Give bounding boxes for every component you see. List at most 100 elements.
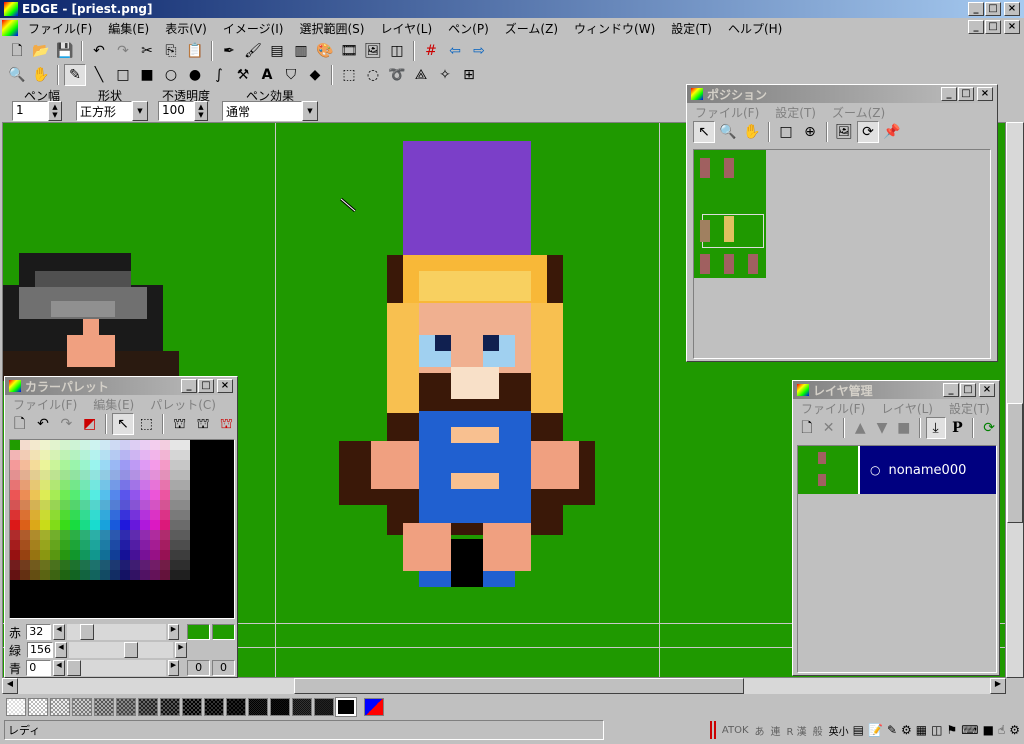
palette-swatch[interactable] [10,500,20,510]
palette-swatch[interactable] [220,540,230,550]
palette-swatch[interactable] [20,500,30,510]
palette-swatch[interactable] [130,520,140,530]
palette-swatch[interactable] [60,590,70,600]
palette-swatch[interactable] [200,450,210,460]
palette-swatch[interactable] [160,580,170,590]
ime-general[interactable]: 般 [813,723,823,738]
palette-swatch[interactable] [200,550,210,560]
palette-swatch[interactable] [150,480,160,490]
palette-swatch[interactable] [210,550,220,560]
palette-swatch[interactable] [20,450,30,460]
palette-swatch[interactable] [120,480,130,490]
palette-swatch[interactable] [100,580,110,590]
position-image-icon[interactable]: 🖼 [833,121,855,143]
horizontal-scrollbar[interactable]: ◀ ▶ [2,678,1006,694]
palette-swatch[interactable] [70,520,80,530]
palette-swatch[interactable] [140,530,150,540]
palette-swatch[interactable] [150,450,160,460]
position-pointer-icon[interactable]: ↖ [693,121,715,143]
palette-swatch[interactable] [220,500,230,510]
palette-swatch[interactable] [80,590,90,600]
palette-swatch[interactable] [90,470,100,480]
palette-swatch[interactable] [220,440,230,450]
palette-swatch[interactable] [110,550,120,560]
palette-swatch[interactable] [60,510,70,520]
palette-menu-edit[interactable]: 編集(E) [85,396,142,413]
palette-swatch[interactable] [130,570,140,580]
palette-swatch[interactable] [220,490,230,500]
arrow-right-icon[interactable]: ⇨ [468,40,490,62]
palette-swatch[interactable] [40,590,50,600]
palette-swatch[interactable] [140,580,150,590]
palette-swatch[interactable] [70,460,80,470]
palette-swatch[interactable] [220,480,230,490]
palette-undo-icon[interactable]: ↶ [32,413,53,435]
move-select-icon[interactable]: ⊞ [458,64,480,86]
menu-pen[interactable]: ペン(P) [440,20,497,37]
palette-swatch[interactable] [140,510,150,520]
grid-icon[interactable]: # [420,40,442,62]
palette-swatch[interactable] [40,460,50,470]
palette-swatch[interactable] [210,510,220,520]
palette-maximize-icon[interactable]: □ [198,379,214,393]
open-icon[interactable]: 📂 [30,40,52,62]
palette-swatch[interactable] [10,460,20,470]
palette-swatch[interactable] [60,500,70,510]
minimize-icon[interactable]: _ [968,2,984,16]
menu-layer[interactable]: レイヤ(L) [372,20,440,37]
position-minimize-icon[interactable]: _ [941,87,957,101]
palette-swatch[interactable] [160,490,170,500]
palette-close-icon[interactable]: × [217,379,233,393]
line-tool-icon[interactable]: ╲ [88,64,110,86]
palette-swatch[interactable] [100,560,110,570]
tray-icon-10[interactable]: ☝ [998,723,1005,737]
undo-icon[interactable]: ↶ [88,40,110,62]
palette-swatch[interactable] [60,570,70,580]
pattern-swatch[interactable] [28,698,48,716]
position-thumbnail[interactable] [694,150,766,278]
position-menu-file[interactable]: ファイル(F) [687,104,767,121]
palette-swatch[interactable] [120,530,130,540]
palette-swatch[interactable] [170,570,180,580]
pattern-swatch[interactable] [94,698,114,716]
palette-swatch[interactable] [10,480,20,490]
palette-swatch[interactable] [60,460,70,470]
layer-menu-layer[interactable]: レイヤ(L) [873,400,941,417]
palette-swatch[interactable] [210,460,220,470]
palette-grad-2-icon[interactable]: ⛫ [192,413,213,435]
palette-swatch[interactable] [50,570,60,580]
palette-swatch[interactable] [60,560,70,570]
palette-swatch[interactable] [160,470,170,480]
palette-swatch[interactable] [30,480,40,490]
pattern-swatch[interactable] [292,698,312,716]
palette-swatch[interactable] [80,560,90,570]
palette-swatch[interactable] [20,580,30,590]
green-thumb[interactable] [124,642,138,658]
palette-swatch[interactable] [30,520,40,530]
palette-swatch[interactable] [80,500,90,510]
redo-icon[interactable]: ↷ [112,40,134,62]
palette-swatch[interactable] [90,450,100,460]
blue-track[interactable] [66,660,166,676]
palette-swatch[interactable] [170,540,180,550]
brush-config-icon[interactable]: 🖌 [242,40,264,62]
palette-swatch[interactable] [90,550,100,560]
palette-swatch[interactable] [30,440,40,450]
palette-swatch[interactable] [30,570,40,580]
palette-minimize-icon[interactable]: _ [181,379,197,393]
palette-swatch[interactable] [80,480,90,490]
palette-swatch[interactable] [80,490,90,500]
pen-width-spinner[interactable]: ▲ ▼ [48,101,62,121]
palette-swatch[interactable] [120,520,130,530]
eraser-tool-icon[interactable]: ◆ [304,64,326,86]
palette-swatch[interactable] [100,570,110,580]
palette-swatch[interactable] [40,500,50,510]
palette-swatch[interactable] [220,530,230,540]
pen-effect-select[interactable]: 通常 [222,101,302,121]
pattern-swatch[interactable] [72,698,92,716]
palette-swatch[interactable] [140,440,150,450]
tray-icon-7[interactable]: ⚑ [946,723,957,737]
palette-swatch[interactable] [130,500,140,510]
palette-swatch[interactable] [20,520,30,530]
palette-pointer-icon[interactable]: ↖ [112,413,134,435]
